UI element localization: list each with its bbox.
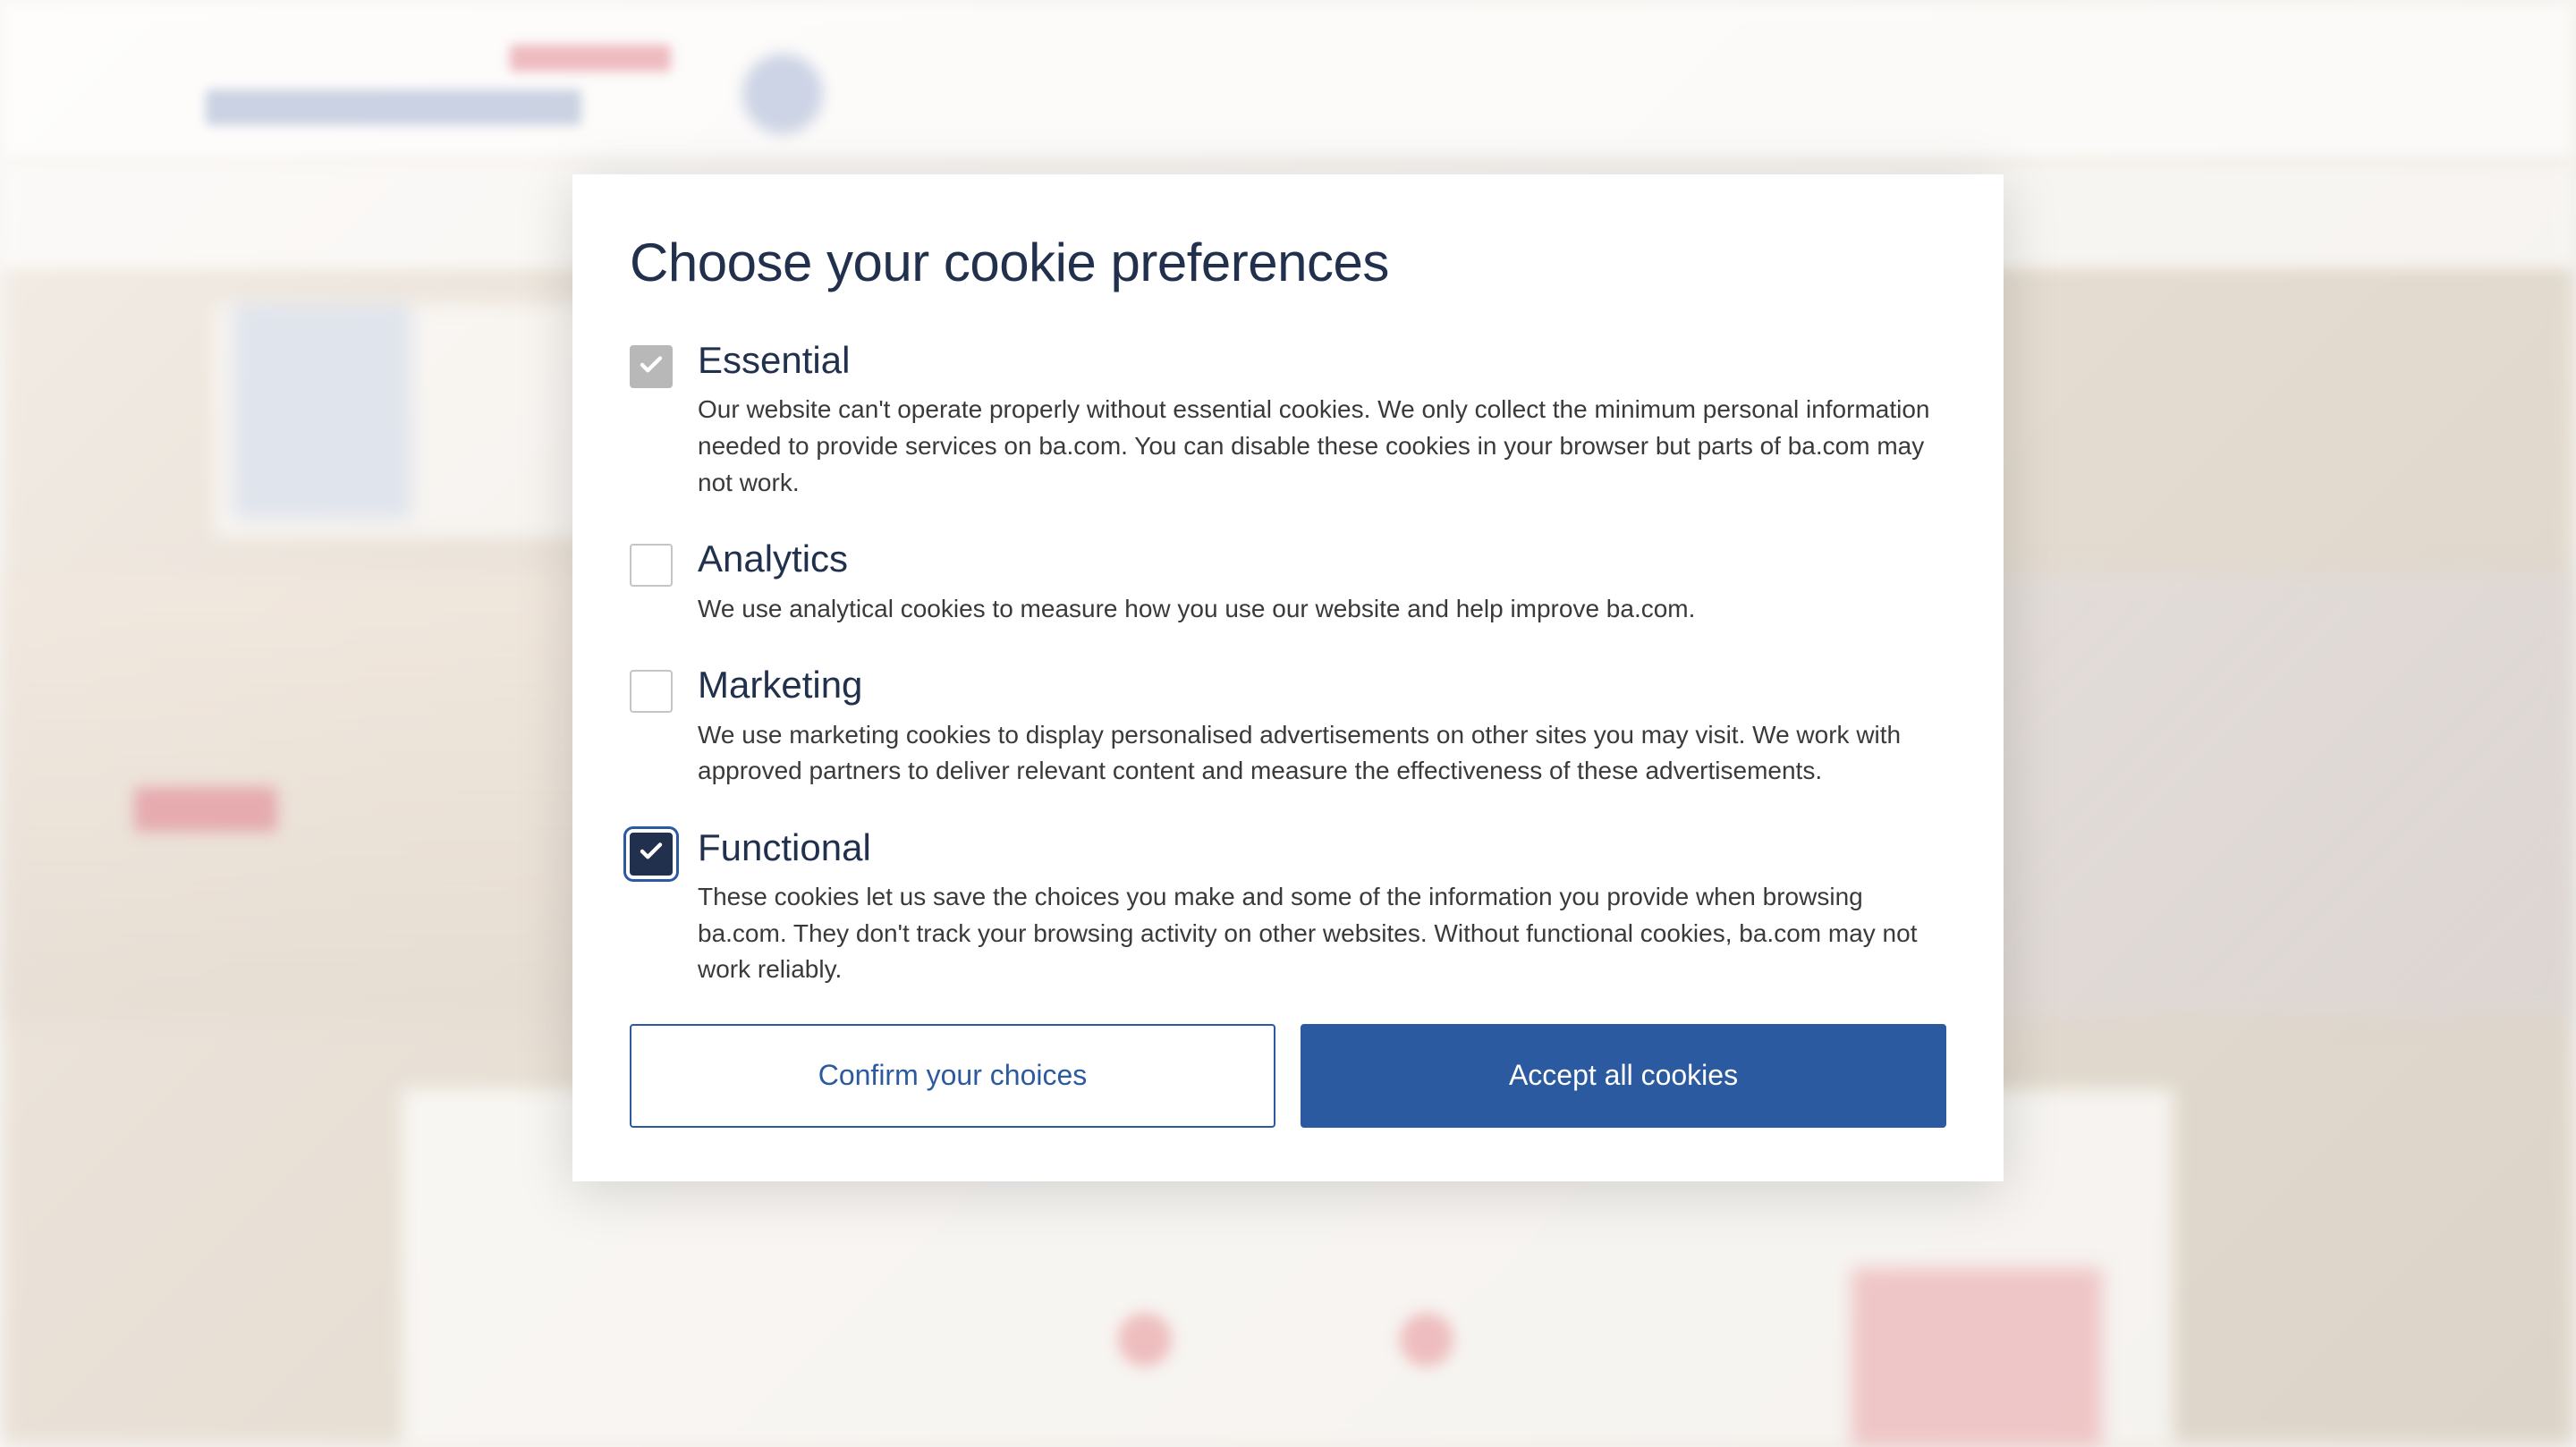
cookie-category-marketing: Marketing We use marketing cookies to di… xyxy=(630,663,1946,790)
check-icon xyxy=(638,838,665,869)
cookie-category-analytics: Analytics We use analytical cookies to m… xyxy=(630,537,1946,627)
cookie-category-essential: Essential Our website can't operate prop… xyxy=(630,338,1946,501)
cookie-category-functional: Functional These cookies let us save the… xyxy=(630,825,1946,988)
modal-title: Choose your cookie preferences xyxy=(630,232,1946,293)
functional-title: Functional xyxy=(698,825,1946,870)
marketing-checkbox[interactable] xyxy=(630,670,673,713)
essential-title: Essential xyxy=(698,338,1946,383)
essential-checkbox xyxy=(630,345,673,388)
accept-all-button[interactable]: Accept all cookies xyxy=(1301,1024,1946,1128)
analytics-description: We use analytical cookies to measure how… xyxy=(698,591,1946,628)
essential-description: Our website can't operate properly witho… xyxy=(698,392,1946,501)
confirm-choices-button[interactable]: Confirm your choices xyxy=(630,1024,1275,1128)
cookie-preferences-modal: Choose your cookie preferences Essential… xyxy=(572,174,2004,1181)
functional-checkbox[interactable] xyxy=(630,833,673,876)
analytics-title: Analytics xyxy=(698,537,1946,581)
modal-button-row: Confirm your choices Accept all cookies xyxy=(630,1024,1946,1128)
check-icon xyxy=(638,351,665,383)
marketing-description: We use marketing cookies to display pers… xyxy=(698,717,1946,790)
functional-description: These cookies let us save the choices yo… xyxy=(698,879,1946,988)
marketing-title: Marketing xyxy=(698,663,1946,707)
analytics-checkbox[interactable] xyxy=(630,544,673,587)
